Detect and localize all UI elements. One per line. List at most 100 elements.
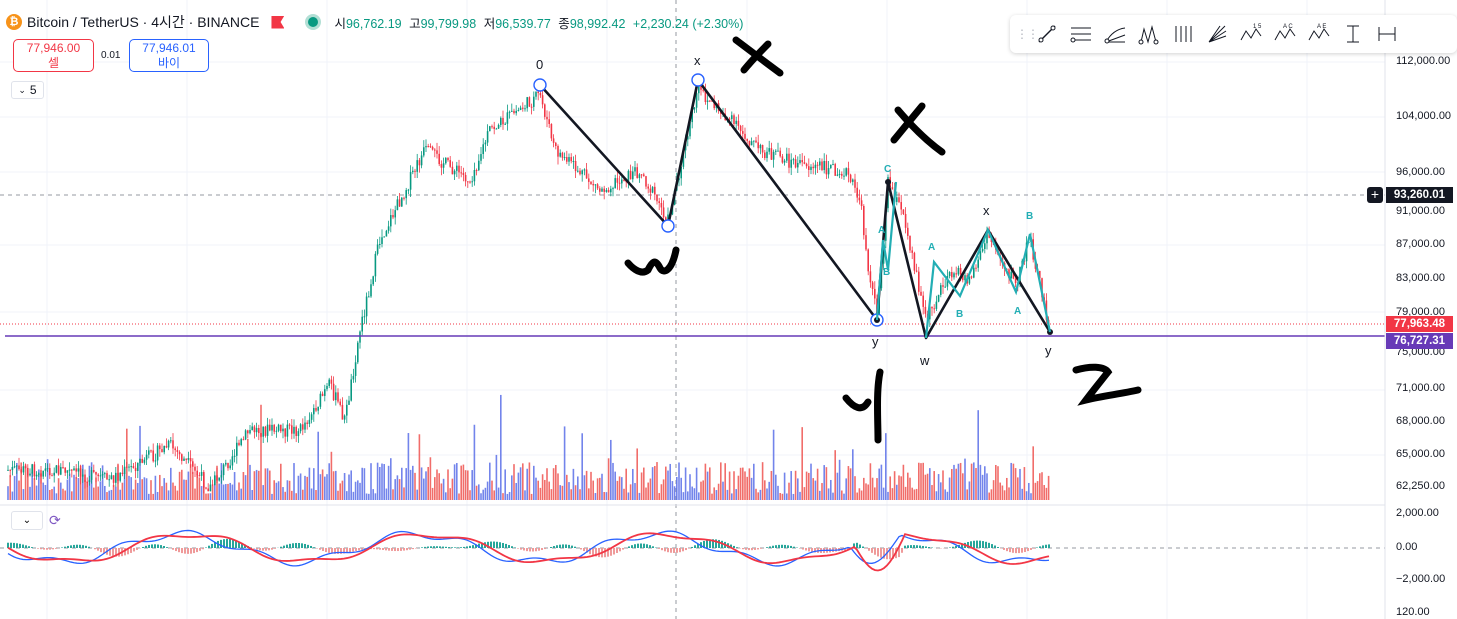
buy-button[interactable]: 77,946.01 바이 — [129, 39, 209, 72]
volume-bar — [867, 484, 869, 500]
drawing-toolbar[interactable]: ⋮⋮ 1 5 A C A E — [1010, 15, 1457, 53]
volume-bar — [357, 480, 359, 500]
macd-histogram-bar — [553, 546, 555, 548]
macd-histogram-bar — [412, 548, 414, 550]
wave-label-y2: y — [1045, 343, 1052, 358]
candle-body — [368, 296, 370, 298]
volume-bar — [966, 489, 968, 500]
volume-bar — [530, 493, 533, 500]
volume-bar — [995, 464, 997, 500]
abcd-pattern-icon[interactable]: A C — [1268, 19, 1302, 49]
volume-bar — [167, 490, 170, 500]
volume-bar — [341, 480, 344, 500]
volume-bar — [834, 450, 836, 500]
volume-bar — [236, 490, 238, 500]
candle-body — [957, 267, 960, 275]
parallel-channel-icon[interactable] — [1064, 19, 1098, 49]
candle-body — [781, 156, 784, 163]
candle-body — [964, 275, 966, 281]
macd-histogram-bar — [289, 543, 291, 548]
volume-bar — [372, 489, 374, 500]
volume-bar — [137, 482, 139, 500]
volume-bar — [55, 493, 58, 500]
volume-bar — [801, 427, 803, 500]
volume-bar — [434, 477, 436, 500]
indicator-collapse-button[interactable]: ⌄ 5 — [11, 81, 44, 99]
candle-body — [324, 389, 326, 396]
candle-body — [352, 375, 355, 380]
candle-body — [555, 142, 557, 146]
candle-body — [304, 422, 306, 430]
candle-body — [803, 162, 806, 164]
volume-bar — [185, 479, 187, 500]
candle-body — [640, 174, 643, 176]
volume-bar — [981, 474, 984, 500]
volume-bar — [229, 482, 231, 500]
macd-histogram-bar — [406, 548, 408, 551]
elliott-wave-icon[interactable] — [1132, 19, 1166, 49]
volume-bar — [988, 492, 990, 500]
macd-histogram-bar — [538, 548, 540, 551]
symbol-title[interactable]: Bitcoin / TetherUS · 4시간 · BINANCE — [27, 12, 259, 32]
wave-point-x[interactable] — [691, 73, 705, 87]
macd-histogram-bar — [196, 548, 198, 553]
macd-histogram-bar — [646, 544, 648, 548]
sub-wave-drawing-2[interactable] — [924, 227, 1052, 339]
candle-body — [737, 120, 740, 126]
wave-label-w: w — [919, 353, 930, 368]
trend-line-icon[interactable] — [1030, 19, 1064, 49]
volume-bar — [706, 471, 709, 500]
macd-settings-icon[interactable]: ⟳ — [49, 513, 64, 528]
volume-bar — [841, 490, 843, 500]
candle-body — [902, 209, 905, 214]
macd-histogram-bar — [637, 543, 639, 548]
macd-histogram-bar — [274, 548, 276, 549]
volume-bar — [786, 493, 788, 500]
macd-histogram-bar — [772, 545, 774, 548]
volume-bar — [572, 468, 575, 500]
candle-body — [775, 150, 777, 152]
volume-bar — [937, 474, 940, 500]
add-alert-plus-icon[interactable]: + — [1367, 187, 1383, 203]
volume-bar — [935, 491, 938, 500]
volume-bar — [662, 479, 665, 500]
price-range-icon[interactable] — [1336, 19, 1370, 49]
candle-body — [735, 120, 737, 124]
candle-body — [280, 424, 282, 432]
volume-bar — [772, 429, 775, 500]
drag-handle-icon[interactable]: ⋮⋮ — [1016, 27, 1039, 41]
sell-button[interactable]: 77,946.00 셀 — [13, 39, 94, 72]
fib-fan-icon[interactable] — [1200, 19, 1234, 49]
volume-bar — [720, 462, 722, 500]
volume-bar — [24, 464, 27, 500]
cycle-lines-icon[interactable] — [1166, 19, 1200, 49]
volume-bar — [832, 492, 834, 500]
macd-collapse-button[interactable]: ⌄ — [11, 511, 43, 530]
pitchfork-icon[interactable] — [1098, 19, 1132, 49]
macd-histogram-bar — [79, 544, 81, 548]
macd-histogram-bar — [517, 548, 519, 549]
wave-point-0[interactable] — [533, 78, 547, 92]
macd-histogram-bar — [64, 546, 66, 548]
macd-histogram-bar — [520, 548, 522, 550]
volume-bar — [590, 471, 592, 500]
elliott-wave-drawing[interactable] — [539, 78, 1052, 340]
wave-point-w[interactable] — [661, 219, 675, 233]
crosshair-price-tag: 93,260.01 — [1386, 187, 1453, 203]
candle-body — [636, 167, 638, 179]
chart-root[interactable]: 0 x y w x y C A B A B B A ₿ Bitcoin / Te… — [0, 0, 1457, 619]
macd-histogram-bar — [355, 548, 357, 551]
flag-icon[interactable] — [271, 15, 285, 29]
volume-bar — [695, 467, 698, 500]
macd-histogram-bar — [466, 546, 468, 548]
chart-canvas[interactable]: 0 x y w x y C A B A B B A — [0, 0, 1457, 619]
candle-body — [548, 119, 550, 124]
cypher-pattern-icon[interactable]: A E — [1302, 19, 1336, 49]
volume-bar — [836, 472, 839, 500]
candle-body — [249, 430, 251, 434]
candle-body — [22, 466, 25, 473]
date-range-icon[interactable] — [1370, 19, 1404, 49]
xabcd-pattern-icon[interactable]: 1 5 — [1234, 19, 1268, 49]
macd-histogram-bar — [313, 547, 315, 548]
macd-histogram-bar — [793, 546, 795, 548]
